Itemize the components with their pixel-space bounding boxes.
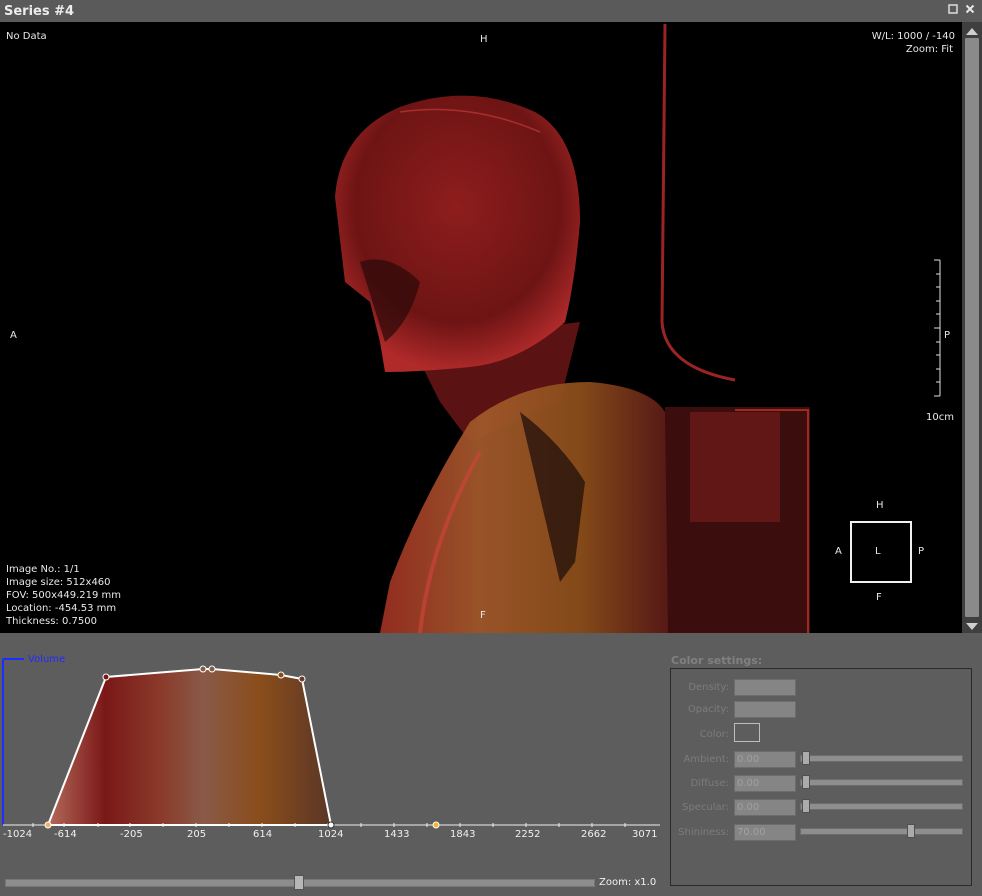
title-bar: Series #4 — [0, 0, 982, 22]
vertical-scrollbar[interactable] — [962, 22, 982, 633]
shininess-label: Shininess: — [678, 827, 729, 838]
tf-tick-label: -1024 — [3, 829, 33, 840]
ambient-label: Ambient: — [683, 754, 730, 765]
ambient-field[interactable]: 0.00 — [734, 751, 796, 768]
color-settings-group: Density: Opacity: Color: Ambient: 0.00 D… — [670, 668, 972, 886]
tf-control-point[interactable] — [102, 673, 110, 681]
tf-zoom-label: Zoom: x1.0 — [599, 877, 657, 888]
scroll-up-arrow-icon[interactable] — [962, 23, 982, 37]
orientation-bottom: F — [480, 610, 486, 621]
density-row: Density: — [671, 679, 971, 697]
bottom-panel: Volume -1024 -614 -205 205 614 1024 1433… — [0, 633, 982, 896]
cube-top-label: H — [876, 500, 884, 511]
field-of-view: FOV: 500x449.219 mm — [6, 590, 122, 601]
scale-label: 10cm — [926, 412, 954, 423]
tf-control-point[interactable] — [432, 821, 440, 829]
tf-tick-label: 1433 — [384, 829, 410, 840]
shininess-row: Shininess: 70.00 — [671, 824, 971, 842]
color-swatch[interactable] — [734, 723, 760, 742]
scrollbar-thumb[interactable] — [965, 38, 979, 617]
slice-thickness: Thickness: 0.7500 — [6, 616, 97, 627]
diffuse-field[interactable]: 0.00 — [734, 775, 796, 792]
diffuse-slider-thumb[interactable] — [802, 775, 810, 789]
opacity-field[interactable] — [734, 701, 796, 718]
opacity-label: Opacity: — [687, 704, 729, 715]
volume-render-image — [335, 23, 810, 633]
opacity-row: Opacity: — [671, 701, 971, 719]
color-row: Color: — [671, 723, 971, 744]
zoom-fit-label: Zoom: Fit — [905, 44, 953, 55]
cube-bottom-label: F — [876, 592, 882, 603]
tf-control-point[interactable] — [277, 671, 285, 679]
color-label: Color: — [699, 729, 729, 740]
maximize-icon[interactable] — [946, 3, 960, 17]
tf-zoom-slider-thumb[interactable] — [294, 875, 304, 890]
orientation-cube — [850, 521, 912, 583]
tf-tick-label: -614 — [54, 829, 77, 840]
shininess-slider-thumb[interactable] — [907, 824, 915, 838]
tf-tick-label: 1843 — [450, 829, 476, 840]
orientation-right: P — [944, 330, 951, 341]
tf-control-point[interactable] — [44, 821, 52, 829]
scale-ruler — [934, 259, 941, 397]
slice-location: Location: -454.53 mm — [6, 603, 117, 614]
density-label: Density: — [688, 682, 729, 693]
tf-control-point[interactable] — [327, 821, 335, 829]
tf-tick-label: -205 — [120, 829, 143, 840]
tf-tick-label: 614 — [253, 829, 273, 840]
image-viewport[interactable]: No Data H W/L: 1000 / -140 Zoom: Fit A P… — [0, 22, 962, 633]
orientation-left: A — [10, 330, 17, 341]
specular-row: Specular: 0.00 — [671, 799, 971, 817]
ambient-slider-track[interactable] — [800, 755, 963, 762]
ambient-slider-thumb[interactable] — [802, 751, 810, 765]
tf-tick-label: 1024 — [318, 829, 344, 840]
ambient-row: Ambient: 0.00 — [671, 751, 971, 769]
tf-control-point[interactable] — [298, 675, 306, 683]
diffuse-row: Diffuse: 0.00 — [671, 775, 971, 793]
scroll-down-arrow-icon[interactable] — [962, 618, 982, 632]
window-level-label: W/L: 1000 / -140 — [871, 31, 955, 42]
volume-opacity-curve[interactable] — [46, 668, 333, 826]
color-settings-title: Color settings: — [671, 654, 763, 667]
image-size: Image size: 512x460 — [6, 577, 111, 588]
transfer-function-graph[interactable] — [0, 651, 662, 831]
tf-tick-label: 2252 — [515, 829, 541, 840]
specular-slider-track[interactable] — [800, 803, 963, 810]
cube-center-label: L — [875, 546, 881, 557]
density-field[interactable] — [734, 679, 796, 696]
tf-control-point[interactable] — [199, 665, 207, 673]
window-title: Series #4 — [4, 4, 75, 19]
specular-slider-thumb[interactable] — [802, 799, 810, 813]
orientation-top: H — [480, 34, 488, 45]
close-icon[interactable] — [963, 3, 977, 17]
shininess-slider-track[interactable] — [800, 828, 963, 835]
tf-tick-label: 3071 — [632, 829, 658, 840]
cube-right-label: P — [918, 546, 925, 557]
specular-label: Specular: — [682, 802, 729, 813]
diffuse-slider-track[interactable] — [800, 779, 963, 786]
tf-tick-label: 2662 — [581, 829, 607, 840]
no-data-label: No Data — [6, 31, 47, 42]
specular-field[interactable]: 0.00 — [734, 799, 796, 816]
tf-tick-label: 205 — [187, 829, 207, 840]
cube-left-label: A — [835, 546, 842, 557]
diffuse-label: Diffuse: — [690, 778, 729, 789]
volume-label: Volume — [28, 654, 66, 665]
image-number: Image No.: 1/1 — [6, 564, 80, 575]
tf-control-point[interactable] — [208, 665, 216, 673]
shininess-field[interactable]: 70.00 — [734, 824, 796, 841]
